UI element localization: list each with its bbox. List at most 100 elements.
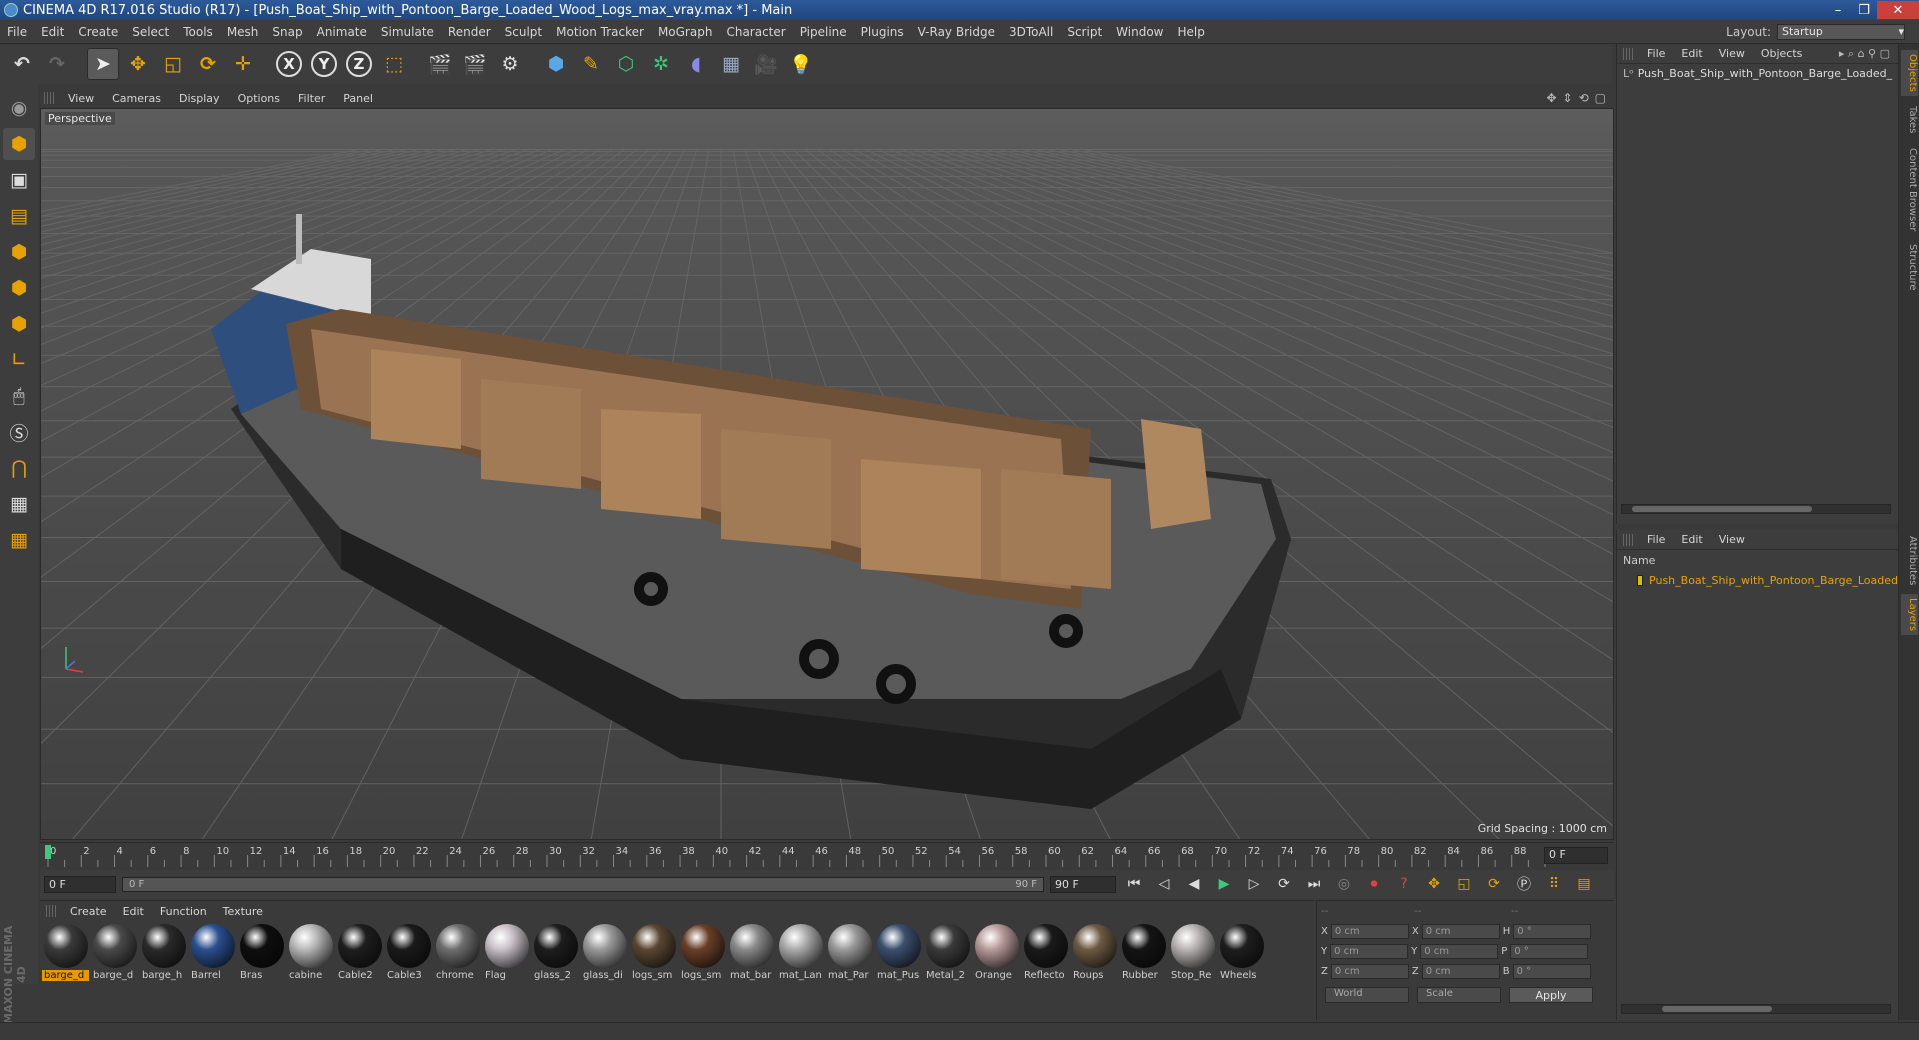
coord-value-field[interactable]: 0 cm [1330, 963, 1409, 979]
material-swatch[interactable]: Barrel [189, 924, 236, 987]
coord-value-field[interactable]: 0 cm [1330, 943, 1409, 959]
menu-tools[interactable]: Tools [176, 25, 220, 39]
points-mode-icon[interactable]: ⬢ [3, 236, 35, 268]
key-pla-icon[interactable]: ⠿ [1542, 872, 1566, 896]
menu-help[interactable]: Help [1170, 25, 1211, 39]
material-swatch[interactable]: mat_bar [728, 924, 775, 987]
panel-grip-icon[interactable] [1623, 533, 1633, 546]
object-manager-tools-icons[interactable]: ▸ ⌕ ⌂ ⚲ ▢ [1839, 47, 1898, 61]
add-object-icon[interactable]: ✛ [227, 48, 259, 80]
menu-snap[interactable]: Snap [265, 25, 309, 39]
material-swatch[interactable]: chrome [434, 924, 481, 987]
coord-value-field[interactable]: 0 cm [1421, 923, 1500, 939]
key-scale-icon[interactable]: ◱ [1452, 872, 1476, 896]
material-swatch[interactable]: barge_h [140, 924, 187, 987]
material-swatch[interactable]: logs_sm [630, 924, 677, 987]
texture-mode-icon[interactable]: ▣ [3, 164, 35, 196]
keyframe-selection-icon[interactable]: ◎ [1332, 872, 1356, 896]
key-param-icon[interactable]: Ⓟ [1512, 872, 1536, 896]
material-swatch[interactable]: Metal_2 [924, 924, 971, 987]
viewport-menu-view[interactable]: View [60, 92, 102, 105]
camera-icon[interactable]: 🎥 [750, 48, 782, 80]
material-swatch[interactable]: cabine [287, 924, 334, 987]
material-swatch[interactable]: Reflecto [1022, 924, 1069, 987]
material-swatch[interactable]: glass_2 [532, 924, 579, 987]
material-swatch[interactable]: barge_d [42, 924, 89, 987]
material-swatch[interactable]: Wheels [1218, 924, 1265, 987]
tab-objects[interactable]: Objects [1901, 50, 1918, 96]
floor-icon[interactable]: ▦ [715, 48, 747, 80]
z-axis-icon[interactable]: Z [343, 48, 375, 80]
viewport-menu-panel[interactable]: Panel [335, 92, 381, 105]
coordinate-system-icon[interactable]: ⬚ [378, 48, 410, 80]
viewport-menu-display[interactable]: Display [171, 92, 228, 105]
zoom-view-icon[interactable]: ⇕ [1563, 91, 1573, 105]
menu-edit[interactable]: Edit [34, 25, 71, 39]
polygons-mode-icon[interactable]: ⬢ [3, 308, 35, 340]
menu-plugins[interactable]: Plugins [854, 25, 911, 39]
start-frame-field[interactable]: 0 F [44, 875, 116, 893]
deformer-icon[interactable]: ◖ [680, 48, 712, 80]
menu-render[interactable]: Render [441, 25, 498, 39]
object-menu-edit[interactable]: Edit [1673, 47, 1710, 60]
menu-mograph[interactable]: MoGraph [651, 25, 720, 39]
rotate-icon[interactable]: ⟳ [192, 48, 224, 80]
menu-sculpt[interactable]: Sculpt [498, 25, 549, 39]
redo-icon[interactable]: ↷ [41, 48, 73, 80]
select-arrow-icon[interactable]: ➤ [87, 48, 119, 80]
material-swatch[interactable]: Orange [973, 924, 1020, 987]
loop-icon[interactable]: ⟳ [1272, 872, 1296, 896]
make-editable-icon[interactable]: ◉ [3, 92, 35, 124]
material-menu-edit[interactable]: Edit [115, 905, 152, 918]
object-menu-file[interactable]: File [1639, 47, 1673, 60]
edges-mode-icon[interactable]: ⬢ [3, 272, 35, 304]
viewport-menu-options[interactable]: Options [230, 92, 288, 105]
frame-range-slider[interactable]: 0 F 90 F [122, 876, 1044, 892]
scale-icon[interactable]: ◱ [157, 48, 189, 80]
coord-value-field[interactable]: 0 ° [1512, 963, 1591, 979]
edit-render-settings-icon[interactable]: ⚙ [494, 48, 526, 80]
menu-file[interactable]: File [0, 25, 34, 39]
object-tree-item[interactable]: Lᵒ Push_Boat_Ship_with_Pontoon_Barge_Loa… [1617, 64, 1898, 82]
coord-value-field[interactable]: 0 cm [1420, 943, 1499, 959]
toggle-view-icon[interactable]: ▢ [1595, 91, 1606, 105]
material-swatch[interactable]: Cable3 [385, 924, 432, 987]
go-to-end-icon[interactable]: ⏭ [1302, 872, 1326, 896]
material-swatch[interactable]: Roups [1071, 924, 1118, 987]
go-to-start-icon[interactable]: ⏮ [1122, 872, 1146, 896]
material-swatch[interactable]: Bras [238, 924, 285, 987]
layer-menu-view[interactable]: View [1711, 533, 1753, 546]
axis-mode-icon[interactable]: ∟ [3, 344, 35, 376]
material-swatch[interactable]: Cable2 [336, 924, 383, 987]
current-frame-field[interactable]: 0 F [1544, 847, 1608, 864]
menu-window[interactable]: Window [1109, 25, 1170, 39]
layout-dropdown[interactable]: Startup ▾ [1777, 23, 1905, 40]
menu-simulate[interactable]: Simulate [374, 25, 441, 39]
viewport-menu-filter[interactable]: Filter [290, 92, 333, 105]
material-swatch[interactable]: Rubber [1120, 924, 1167, 987]
snap-icon[interactable]: Ⓢ [3, 416, 35, 448]
object-horizontal-scrollbar[interactable] [1621, 504, 1891, 514]
menu-select[interactable]: Select [125, 25, 176, 39]
material-swatch[interactable]: glass_di [581, 924, 628, 987]
material-menu-create[interactable]: Create [62, 905, 115, 918]
coord-mode-dropdown[interactable]: World [1325, 987, 1409, 1003]
timeline-window-icon[interactable]: ▤ [1572, 872, 1596, 896]
panel-grip-icon[interactable] [1623, 47, 1633, 60]
workplane-lock-icon[interactable]: ▦ [3, 488, 35, 520]
key-position-icon[interactable]: ✥ [1422, 872, 1446, 896]
undo-icon[interactable]: ↶ [6, 48, 38, 80]
model-mode-icon[interactable]: ⬢ [3, 128, 35, 160]
perspective-viewport[interactable]: Perspective Grid Spacing : 1000 cm [40, 108, 1614, 840]
menu-script[interactable]: Script [1060, 25, 1109, 39]
coord-scale-dropdown[interactable]: Scale [1417, 987, 1501, 1003]
material-swatch[interactable]: mat_Par [826, 924, 873, 987]
record-keys-icon[interactable]: ⏺ [1362, 872, 1386, 896]
coord-value-field[interactable]: 0 cm [1421, 963, 1500, 979]
magnet-icon[interactable]: ⋂ [3, 452, 35, 484]
material-swatch[interactable]: Flag [483, 924, 530, 987]
next-frame-icon[interactable]: ▷ [1242, 872, 1266, 896]
material-menu-texture[interactable]: Texture [215, 905, 271, 918]
tab-layers[interactable]: Layers [1901, 594, 1918, 636]
light-icon[interactable]: 💡 [785, 48, 817, 80]
